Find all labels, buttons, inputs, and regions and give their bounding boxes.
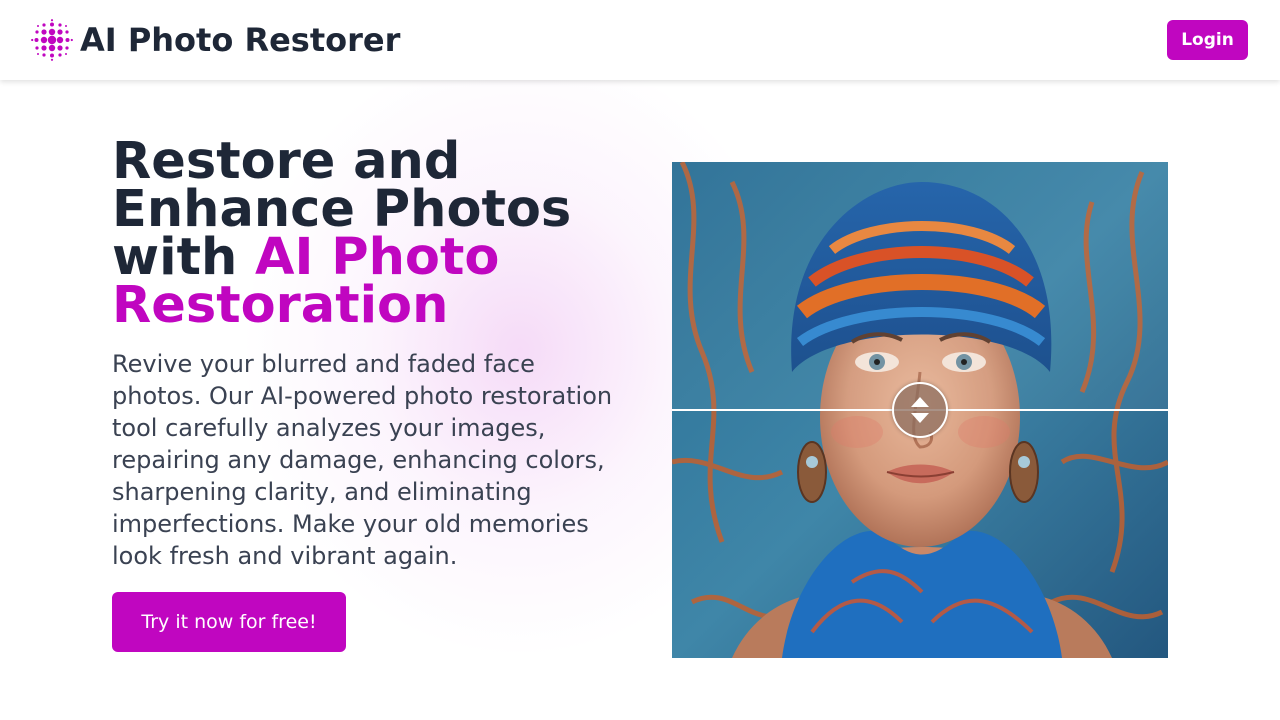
headline-accent-2: Restoration <box>112 276 449 335</box>
site-header: AI Photo Restorer Login <box>0 0 1280 80</box>
up-down-arrows-icon <box>911 397 929 423</box>
try-free-button[interactable]: Try it now for free! <box>112 592 346 652</box>
comparison-handle[interactable] <box>892 382 948 438</box>
hero-description: Revive your blurred and faded face photo… <box>112 350 613 570</box>
app-name: AI Photo Restorer <box>80 21 401 59</box>
brand[interactable]: AI Photo Restorer <box>31 19 400 61</box>
login-button[interactable]: Login <box>1167 20 1248 60</box>
before-region-overlay <box>672 162 1168 410</box>
hero-headline: Restore and Enhance Photos with AI Photo… <box>112 136 632 331</box>
before-after-comparison[interactable] <box>672 162 1168 658</box>
dotted-burst-icon <box>31 19 73 61</box>
